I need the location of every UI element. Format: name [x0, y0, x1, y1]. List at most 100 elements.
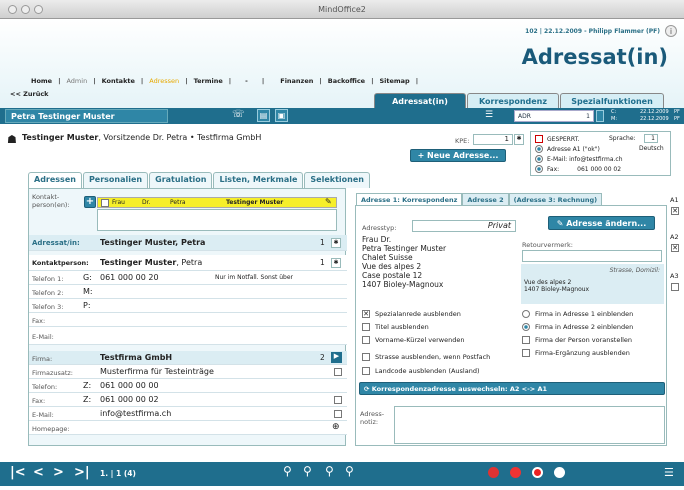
nav-backoffice[interactable]: Backoffice — [322, 77, 371, 85]
search-extend-icon[interactable]: ⚲ — [345, 464, 354, 478]
gesperrt-checkbox[interactable] — [535, 135, 543, 143]
switch-address-button[interactable]: ⟳ Korrespondenzadresse auswechseln: A2 <… — [359, 382, 665, 395]
radio-fax[interactable] — [535, 165, 543, 173]
kontakt-row[interactable]: Frau Dr. Petra Testinger Muster — [97, 197, 337, 208]
search-icon[interactable]: ⚲ — [283, 464, 292, 478]
last-record-icon[interactable]: >| — [74, 465, 90, 480]
kp-stepper[interactable]: ✱ — [331, 258, 341, 268]
tel1-value[interactable]: 061 000 00 20 — [100, 273, 159, 282]
ffax-checkbox[interactable] — [334, 396, 342, 404]
kpe-field[interactable]: 1 — [473, 134, 513, 145]
tel2-field[interactable] — [97, 286, 207, 298]
search-list-icon[interactable]: ⚲ — [303, 464, 312, 478]
tel1-note[interactable]: Nur im Notfall. Sonst über — [215, 274, 293, 281]
tab-adressat[interactable]: Adressat(in) — [374, 93, 466, 108]
a2-checkbox[interactable]: ✕ — [671, 244, 679, 252]
nav-adressen[interactable]: Adressen — [143, 77, 185, 85]
option-vorname[interactable]: Vorname-Kürzel verwenden — [362, 336, 464, 344]
zusatz-value[interactable]: Musterfirma für Testeinträge — [100, 367, 214, 376]
kpe-stepper[interactable]: ✱ — [514, 134, 524, 145]
status-icon[interactable] — [554, 467, 565, 478]
nav-dash[interactable]: - — [231, 77, 262, 85]
adressat-stepper[interactable]: ✱ — [331, 238, 341, 248]
nav-home[interactable]: Home — [25, 77, 58, 85]
record-action-icon[interactable] — [488, 467, 499, 478]
record-name[interactable]: Petra Testinger Muster — [5, 109, 168, 123]
nav-kontakte[interactable]: Kontakte — [96, 77, 141, 85]
globe-icon[interactable]: ⊕ — [332, 422, 340, 432]
option-landcode[interactable]: Landcode ausblenden (Ausland) — [362, 367, 480, 375]
sprache-num[interactable]: 1 — [644, 134, 658, 143]
adressat-value[interactable]: Testinger Muster, Petra — [100, 238, 205, 247]
nav-finanzen[interactable]: Finanzen — [274, 77, 319, 85]
nav-sitemap[interactable]: Sitemap — [373, 77, 415, 85]
notiz-field[interactable] — [394, 406, 665, 444]
strasse-checkbox[interactable] — [362, 353, 370, 361]
print-icon[interactable]: ▤ — [257, 109, 270, 122]
adresstyp-value[interactable]: Privat — [412, 220, 516, 232]
tab-gratulation[interactable]: Gratulation — [149, 172, 213, 188]
back-link[interactable]: << Zurück — [10, 90, 49, 98]
minimize-window-button[interactable] — [21, 5, 30, 14]
add-kontakt-button[interactable]: + — [84, 196, 96, 208]
tab-personalien[interactable]: Personalien — [82, 172, 149, 188]
zoom-window-button[interactable] — [34, 5, 43, 14]
option-strasse[interactable]: Strasse ausblenden, wenn Postfach — [362, 353, 490, 361]
kp-value[interactable]: Testinger Muster, Petra — [100, 258, 202, 267]
ergaenzung-checkbox[interactable] — [522, 349, 530, 357]
document-icon[interactable]: ▣ — [275, 109, 288, 122]
ftel-value[interactable]: 061 000 00 00 — [100, 381, 159, 390]
firma-a1-radio[interactable] — [522, 310, 530, 318]
tel3-field[interactable] — [97, 300, 207, 312]
a3-checkbox[interactable] — [671, 283, 679, 291]
firma-value[interactable]: Testfirma GmbH — [100, 353, 172, 362]
option-firma-a1[interactable]: Firma in Adresse 1 einblenden — [522, 310, 633, 318]
option-firma-voranstellen[interactable]: Firma der Person voranstellen — [522, 336, 632, 344]
femail-value[interactable]: info@testfirma.ch — [100, 409, 171, 418]
vorname-checkbox[interactable] — [362, 336, 370, 344]
firma-goto-icon[interactable]: ▶ — [331, 352, 342, 363]
titel-checkbox[interactable] — [362, 323, 370, 331]
radio-email[interactable] — [535, 155, 543, 163]
option-spezialanrede[interactable]: ✕ Spezialanrede ausblenden — [362, 310, 461, 318]
address-block[interactable]: Frau Dr. Petra Testinger Muster Chalet S… — [362, 235, 512, 289]
edit-icon[interactable]: ✎ — [325, 197, 332, 206]
menu-icon[interactable]: ☰ — [664, 466, 674, 479]
tab-selektionen[interactable]: Selektionen — [304, 172, 370, 188]
retour-field[interactable] — [522, 250, 662, 262]
tab-listen-merkmale[interactable]: Listen, Merkmale — [213, 172, 304, 188]
next-record-icon[interactable]: > — [53, 465, 64, 480]
adresse-aendern-button[interactable]: ✎ Adresse ändern... — [548, 216, 655, 230]
email-field[interactable] — [97, 329, 337, 342]
neue-adresse-button[interactable]: + Neue Adresse... — [410, 149, 506, 162]
femail-checkbox[interactable] — [334, 410, 342, 418]
stop-icon[interactable] — [532, 467, 543, 478]
prev-record-icon[interactable]: < — [33, 465, 44, 480]
spezialanrede-checkbox[interactable]: ✕ — [362, 310, 370, 318]
radio-adresse-a1[interactable] — [535, 145, 543, 153]
a1-checkbox[interactable]: ✕ — [671, 207, 679, 215]
close-window-button[interactable] — [8, 5, 17, 14]
tab-adressen[interactable]: Adressen — [28, 172, 82, 188]
ffax-value[interactable]: 061 000 00 02 — [100, 395, 159, 404]
first-record-icon[interactable]: |< — [10, 465, 26, 480]
landcode-checkbox[interactable] — [362, 367, 370, 375]
tab-spezialfunktionen[interactable]: Spezialfunktionen — [560, 93, 664, 108]
fax-field[interactable] — [97, 314, 207, 326]
phone-icon[interactable]: ☏ — [232, 109, 245, 120]
search-refine-icon[interactable]: ⚲ — [325, 464, 334, 478]
option-titel[interactable]: Titel ausblenden — [362, 323, 429, 331]
voranstellen-checkbox[interactable] — [522, 336, 530, 344]
nav-admin[interactable]: Admin — [60, 77, 93, 85]
homepage-field[interactable] — [97, 422, 327, 434]
kontakt-list[interactable] — [97, 209, 337, 231]
nav-termine[interactable]: Termine — [188, 77, 229, 85]
kontakt-checkbox[interactable] — [101, 198, 109, 207]
option-firma-ergaenzung[interactable]: Firma-Ergänzung ausblenden — [522, 349, 630, 357]
option-firma-a2[interactable]: Firma in Adresse 2 einblenden — [522, 323, 633, 331]
strasse-box[interactable]: Strasse, Domizil: Vue des alpes 2 1407 B… — [521, 264, 664, 304]
zusatz-checkbox[interactable] — [334, 368, 342, 376]
delete-icon[interactable] — [510, 467, 521, 478]
firma-a2-radio[interactable] — [522, 323, 530, 331]
tab-korrespondenz[interactable]: Korrespondenz — [467, 93, 559, 108]
